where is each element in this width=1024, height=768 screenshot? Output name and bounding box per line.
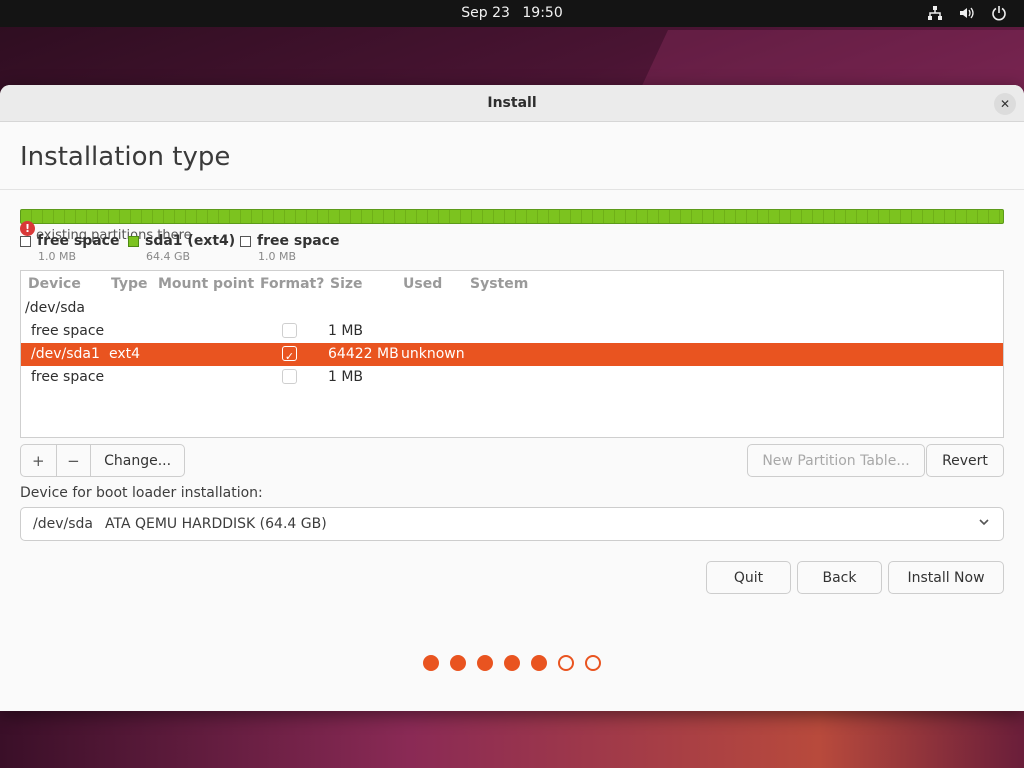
legend-item: free space 1.0 MB xyxy=(240,233,339,263)
volume-icon[interactable] xyxy=(958,4,976,22)
format-checkbox[interactable]: ✓ xyxy=(282,346,297,363)
column-header[interactable]: System xyxy=(470,276,528,292)
legend-size: 1.0 MB xyxy=(38,250,77,263)
window-title: Install xyxy=(487,95,537,111)
table-row[interactable]: /dev/sda xyxy=(21,297,1003,320)
table-row[interactable]: free space 1 MB xyxy=(21,320,1003,343)
column-header[interactable]: Size xyxy=(330,276,363,292)
column-header[interactable]: Type xyxy=(111,276,148,292)
legend-item: free space 1.0 MB xyxy=(20,233,119,263)
check-icon: ✓ xyxy=(284,350,295,363)
revert-button[interactable]: Revert xyxy=(926,444,1004,477)
legend-size: 64.4 GB xyxy=(146,250,191,263)
legend-label: sda1 (ext4) xyxy=(145,233,236,249)
cell-size: 1 MB xyxy=(328,369,364,385)
column-header[interactable]: Used xyxy=(403,276,442,292)
power-icon[interactable] xyxy=(990,4,1008,22)
install-now-button[interactable]: Install Now xyxy=(888,561,1004,594)
cell-device: /dev/sda1 xyxy=(31,346,100,362)
progress-dot xyxy=(531,655,547,671)
progress-dot xyxy=(477,655,493,671)
chevron-down-icon xyxy=(977,515,991,533)
page-title: Installation type xyxy=(20,142,231,172)
back-button[interactable]: Back xyxy=(797,561,882,594)
clock[interactable]: Sep 23 19:50 xyxy=(0,5,1024,21)
bootloader-select[interactable]: /dev/sda ATA QEMU HARDDISK (64.4 GB) xyxy=(20,507,1004,541)
format-checkbox[interactable] xyxy=(282,323,297,338)
legend-label: free space xyxy=(37,233,120,249)
cell-used: unknown xyxy=(401,346,465,362)
close-icon: ✕ xyxy=(999,97,1011,111)
new-partition-table-button[interactable]: New Partition Table... xyxy=(747,444,925,477)
format-checkbox[interactable] xyxy=(282,369,297,384)
bootloader-label: Device for boot loader installation: xyxy=(20,485,263,501)
partition-bar xyxy=(20,209,1004,224)
cell-device: /dev/sda xyxy=(25,300,85,316)
titlebar: Install ✕ xyxy=(0,85,1024,122)
quit-button[interactable]: Quit xyxy=(706,561,791,594)
progress-dot xyxy=(423,655,439,671)
column-header[interactable]: Format? xyxy=(260,276,324,292)
clock-date: Sep 23 xyxy=(461,5,510,21)
legend-swatch xyxy=(240,235,251,247)
bootloader-device: /dev/sda xyxy=(33,516,93,532)
partition-action-group: + − Change... xyxy=(20,444,185,477)
cell-size: 1 MB xyxy=(328,323,364,339)
change-partition-button[interactable]: Change... xyxy=(91,445,184,476)
legend-size: 1.0 MB xyxy=(258,250,297,263)
divider xyxy=(0,189,1024,190)
close-button[interactable]: ✕ xyxy=(994,93,1016,115)
top-bar: Sep 23 19:50 xyxy=(0,0,1024,27)
clock-time: 19:50 xyxy=(522,5,563,21)
bootloader-description: ATA QEMU HARDDISK (64.4 GB) xyxy=(105,516,327,532)
progress-dot xyxy=(450,655,466,671)
partition-table: Device Type Mount point Format? Size Use… xyxy=(20,270,1004,438)
progress-dot xyxy=(585,655,601,671)
cell-type: ext4 xyxy=(109,346,141,362)
legend-swatch xyxy=(128,235,139,247)
progress-dots xyxy=(0,655,1024,671)
column-header[interactable]: Device xyxy=(28,276,81,292)
cell-device: free space xyxy=(31,369,105,385)
add-partition-button[interactable]: + xyxy=(21,445,57,476)
progress-dot xyxy=(504,655,520,671)
table-header: Device Type Mount point Format? Size Use… xyxy=(21,271,1003,297)
cell-device: free space xyxy=(31,323,105,339)
table-row-selected[interactable]: /dev/sda1 ext4 ✓ 64422 MB unknown xyxy=(21,343,1003,366)
column-header[interactable]: Mount point xyxy=(158,276,254,292)
system-tray[interactable] xyxy=(926,4,1008,22)
cell-size: 64422 MB xyxy=(328,346,399,362)
progress-dot xyxy=(558,655,574,671)
legend-label: free space xyxy=(257,233,340,249)
installer-window: Install ✕ Installation type ! existing p… xyxy=(0,85,1024,711)
legend-swatch xyxy=(20,235,31,247)
legend-item: sda1 (ext4) 64.4 GB xyxy=(128,233,235,263)
network-icon[interactable] xyxy=(926,4,944,22)
table-row[interactable]: free space 1 MB xyxy=(21,366,1003,389)
remove-partition-button[interactable]: − xyxy=(57,445,92,476)
